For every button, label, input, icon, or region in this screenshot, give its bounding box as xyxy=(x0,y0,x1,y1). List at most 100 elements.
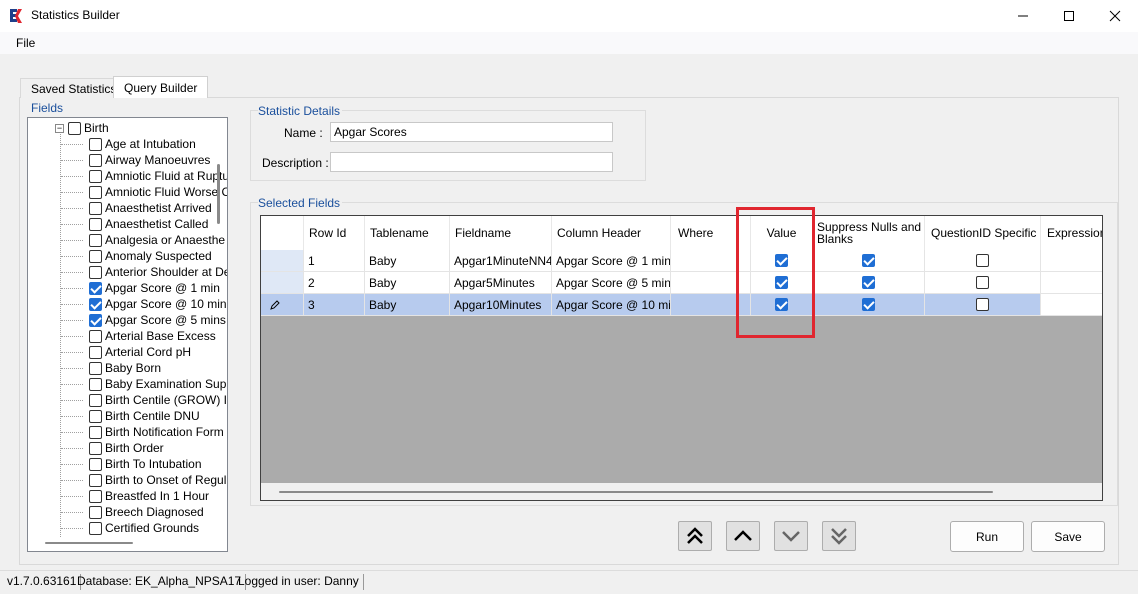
grid-checkbox[interactable] xyxy=(976,254,989,267)
cell-tablename[interactable]: Baby xyxy=(365,250,450,272)
grid-checkbox[interactable] xyxy=(862,254,875,267)
column-header-tablename[interactable]: Tablename xyxy=(365,216,450,250)
tree-field-checkbox[interactable] xyxy=(89,281,102,295)
cell-questionid-specific[interactable] xyxy=(925,272,1041,294)
tree-field-checkbox[interactable] xyxy=(89,457,102,471)
tree-field-checkbox[interactable] xyxy=(89,441,102,455)
cell-row-id[interactable]: 3 xyxy=(304,294,365,316)
tree-field-checkbox[interactable] xyxy=(89,137,102,151)
column-header-row-id[interactable]: Row Id xyxy=(304,216,365,250)
table-row[interactable]: 2 Baby Apgar5Minutes Apgar Score @ 5 mins xyxy=(261,272,1102,294)
grid-checkbox[interactable] xyxy=(976,298,989,311)
column-header-expression[interactable]: Expression xyxy=(1041,216,1102,250)
cell-tablename[interactable]: Baby xyxy=(365,294,450,316)
tree-field-checkbox[interactable] xyxy=(89,505,102,519)
tree-field-item[interactable]: Baby Examination Sup xyxy=(61,376,226,392)
cell-questionid-specific[interactable] xyxy=(925,294,1041,316)
tree-field-checkbox[interactable] xyxy=(89,489,102,503)
tree-field-checkbox[interactable] xyxy=(89,521,102,535)
tree-field-item[interactable]: Age at Intubation xyxy=(61,136,196,152)
tree-field-item[interactable]: Amniotic Fluid at Ruptu xyxy=(61,168,227,184)
tree-field-item[interactable]: Baby Born xyxy=(61,360,161,376)
cell-fieldname[interactable]: Apgar1MinuteNN4B xyxy=(450,250,552,272)
column-header-suppress-nulls[interactable]: Suppress Nulls and Blanks xyxy=(813,216,925,250)
move-up-button[interactable] xyxy=(726,521,760,551)
tree-field-item[interactable]: Birth Centile (GROW) I xyxy=(61,392,227,408)
cell-fieldname[interactable]: Apgar10Minutes xyxy=(450,294,552,316)
name-input[interactable]: Apgar Scores xyxy=(330,122,613,142)
grid-hscroll-thumb[interactable] xyxy=(279,491,993,493)
move-to-bottom-button[interactable] xyxy=(822,521,856,551)
cell-column-header[interactable]: Apgar Score @ 5 mins xyxy=(552,272,671,294)
tree-field-checkbox[interactable] xyxy=(89,361,102,375)
tree-field-item[interactable]: Analgesia or Anaesthe xyxy=(61,232,225,248)
tree-node-birth[interactable]: − Birth xyxy=(55,120,109,136)
collapse-icon[interactable]: − xyxy=(55,123,64,133)
tree-field-item[interactable]: Breech Diagnosed xyxy=(61,504,204,520)
move-down-button[interactable] xyxy=(774,521,808,551)
cell-expression[interactable] xyxy=(1041,250,1102,272)
move-to-top-button[interactable] xyxy=(678,521,712,551)
grid-hscrollbar[interactable] xyxy=(261,483,1102,500)
tree-field-checkbox[interactable] xyxy=(89,473,102,487)
tree-node-checkbox[interactable] xyxy=(68,121,81,135)
cell-suppress-nulls[interactable] xyxy=(813,250,925,272)
tree-field-item[interactable]: Anterior Shoulder at De xyxy=(61,264,227,280)
tree-field-checkbox[interactable] xyxy=(89,233,102,247)
tree-field-item[interactable]: Birth Centile DNU xyxy=(61,408,200,424)
tree-field-checkbox[interactable] xyxy=(89,313,102,327)
tree-field-item[interactable]: Arterial Cord pH xyxy=(61,344,191,360)
tree-field-item[interactable]: Apgar Score @ 1 min xyxy=(61,280,220,296)
tree-field-item[interactable]: Arterial Base Excess xyxy=(61,328,216,344)
tree-field-item[interactable]: Birth Notification Form xyxy=(61,424,224,440)
tree-field-item[interactable]: Anaesthetist Called xyxy=(61,216,208,232)
cell-row-id[interactable]: 1 xyxy=(304,250,365,272)
cell-fieldname[interactable]: Apgar5Minutes xyxy=(450,272,552,294)
description-input[interactable] xyxy=(330,152,613,172)
close-button[interactable] xyxy=(1092,0,1138,32)
tree-field-checkbox[interactable] xyxy=(89,425,102,439)
minimize-button[interactable] xyxy=(1000,0,1046,32)
tree-field-item[interactable]: Anaesthetist Arrived xyxy=(61,200,212,216)
tree-field-checkbox[interactable] xyxy=(89,345,102,359)
grid-checkbox[interactable] xyxy=(976,276,989,289)
tree-field-checkbox[interactable] xyxy=(89,377,102,391)
tree-field-item[interactable]: Birth Order xyxy=(61,440,164,456)
cell-tablename[interactable]: Baby xyxy=(365,272,450,294)
cell-expression[interactable] xyxy=(1041,272,1102,294)
selected-fields-grid[interactable]: Row Id Tablename Fieldname Column Header… xyxy=(260,215,1103,501)
row-header[interactable] xyxy=(261,250,304,272)
tree-field-item[interactable]: Amniotic Fluid Worse C xyxy=(61,184,227,200)
tree-field-checkbox[interactable] xyxy=(89,169,102,183)
tree-hscroll-thumb[interactable] xyxy=(45,542,133,544)
tree-field-item[interactable]: Airway Manoeuvres xyxy=(61,152,210,168)
tree-field-checkbox[interactable] xyxy=(89,393,102,407)
tree-field-item[interactable]: Apgar Score @ 5 mins xyxy=(61,312,226,328)
tree-field-checkbox[interactable] xyxy=(89,297,102,311)
column-header-questionid-specific[interactable]: QuestionID Specific xyxy=(925,216,1041,250)
column-header-fieldname[interactable]: Fieldname xyxy=(450,216,552,250)
cell-column-header[interactable]: Apgar Score @ 1 min xyxy=(552,250,671,272)
tree-vscroll-thumb[interactable] xyxy=(217,164,220,224)
cell-row-id[interactable]: 2 xyxy=(304,272,365,294)
tree-field-checkbox[interactable] xyxy=(89,249,102,263)
maximize-button[interactable] xyxy=(1046,0,1092,32)
row-header[interactable] xyxy=(261,294,304,316)
table-row[interactable]: 1 Baby Apgar1MinuteNN4B Apgar Score @ 1 min xyxy=(261,250,1102,272)
save-button[interactable]: Save xyxy=(1031,521,1105,552)
tree-field-checkbox[interactable] xyxy=(89,201,102,215)
run-button[interactable]: Run xyxy=(950,521,1024,552)
tab-saved-statistics[interactable]: Saved Statistics xyxy=(20,78,128,98)
cell-questionid-specific[interactable] xyxy=(925,250,1041,272)
tree-field-checkbox[interactable] xyxy=(89,265,102,279)
tree-field-item[interactable]: Birth To Intubation xyxy=(61,456,202,472)
grid-checkbox[interactable] xyxy=(862,276,875,289)
row-header[interactable] xyxy=(261,272,304,294)
tree-field-checkbox[interactable] xyxy=(89,153,102,167)
fields-tree[interactable]: − Birth Age at Intubation Airway Manoeuvr… xyxy=(27,117,228,552)
tree-field-item[interactable]: Apgar Score @ 10 min xyxy=(61,296,227,312)
cell-column-header[interactable]: Apgar Score @ 10 mins xyxy=(552,294,671,316)
tree-field-checkbox[interactable] xyxy=(89,217,102,231)
cell-expression[interactable] xyxy=(1041,294,1102,316)
tree-field-item[interactable]: Anomaly Suspected xyxy=(61,248,212,264)
